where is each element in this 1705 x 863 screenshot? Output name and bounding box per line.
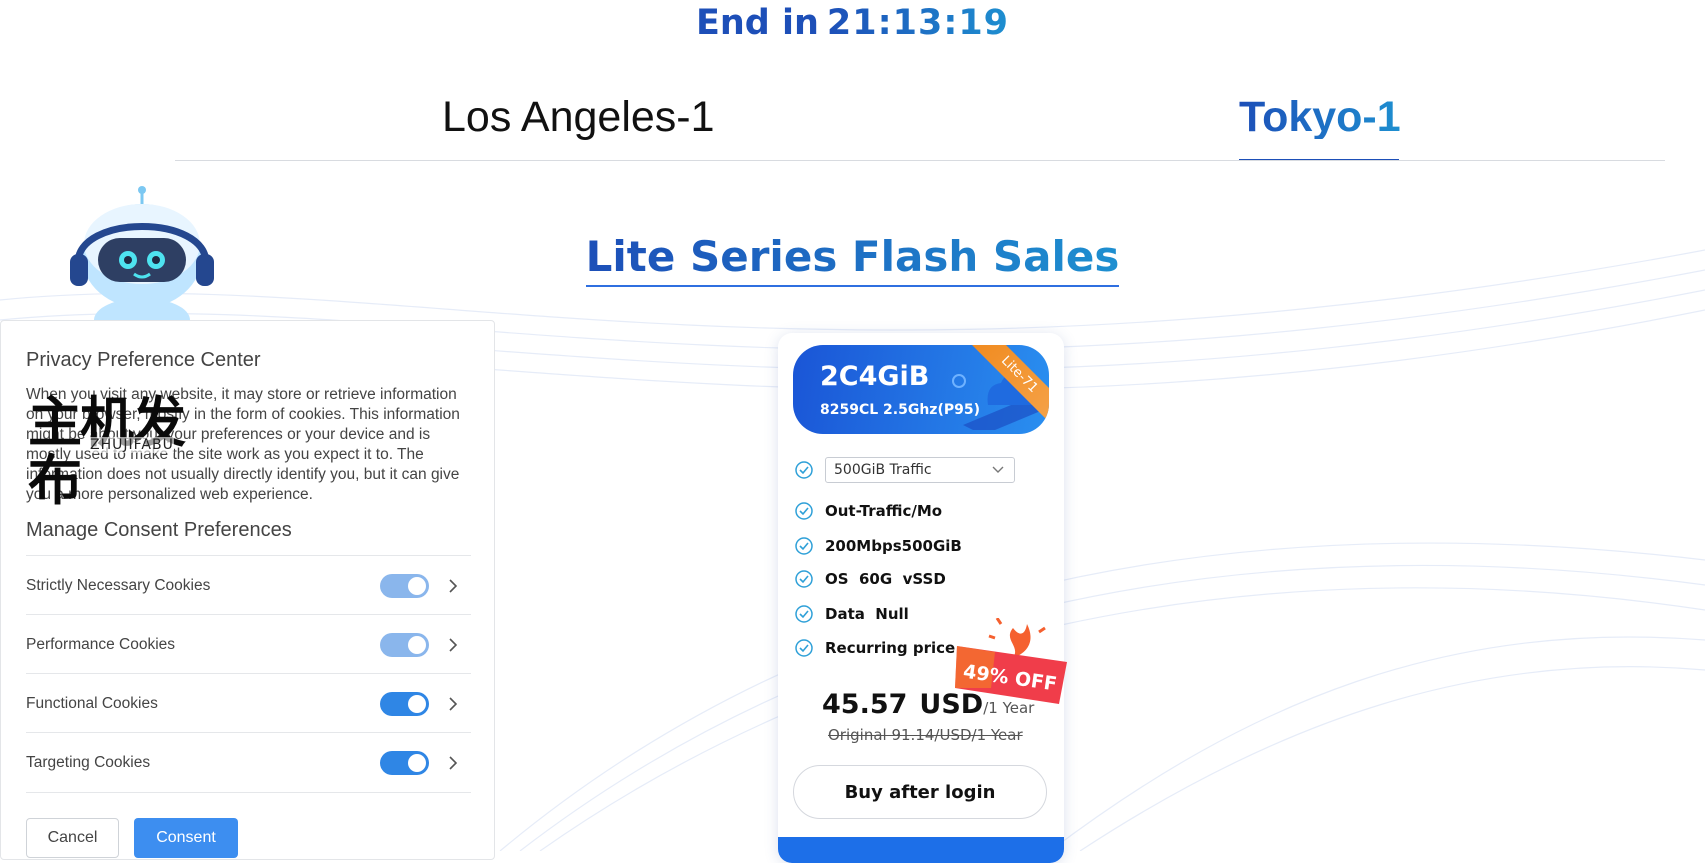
- privacy-title: Privacy Preference Center: [26, 349, 261, 371]
- tab-tokyo-1[interactable]: Tokyo-1: [1239, 96, 1401, 139]
- site-watermark-logo: 主机发布 ZHUJIFABU: [28, 393, 233, 509]
- cookie-name: Performance Cookies: [26, 635, 176, 653]
- feature-item: 200Mbps500GiB: [795, 537, 962, 555]
- feature-text: Out-Traffic/Mo: [825, 502, 943, 520]
- price-amount: 45.57: [822, 689, 908, 720]
- feature-text: Data Null: [825, 605, 909, 623]
- feature-text: 200Mbps500GiB: [825, 537, 962, 555]
- check-circle-icon: [795, 570, 813, 588]
- buy-button[interactable]: Buy after login: [793, 765, 1047, 819]
- cookie-toggle[interactable]: [380, 750, 429, 775]
- cookie-name: Functional Cookies: [26, 694, 158, 712]
- toggle-knob: [408, 576, 426, 595]
- manage-consent-title: Manage Consent Preferences: [26, 519, 292, 541]
- section-heading: Lite Series Flash Sales: [0, 232, 1705, 287]
- card-bottom-bar: [778, 837, 1064, 863]
- product-card: 2C4GiB 8259CL 2.5Ghz(P95) Lite-71 500GiB…: [778, 333, 1064, 863]
- consent-button[interactable]: Consent: [134, 818, 238, 858]
- cookie-row-strictly-necessary[interactable]: Strictly Necessary Cookies: [26, 555, 471, 615]
- discount-badge: 49% OFF: [955, 618, 1067, 704]
- feature-item: Recurring price: [795, 639, 955, 657]
- plan-name: 2C4GiB: [820, 361, 930, 392]
- chevron-right-icon[interactable]: [447, 637, 459, 652]
- chevron-down-icon: [992, 466, 1004, 473]
- cookie-toggle[interactable]: [380, 573, 429, 598]
- tab-los-angeles-1[interactable]: Los Angeles-1: [442, 96, 715, 139]
- cpu-spec: 8259CL 2.5Ghz(P95): [820, 402, 980, 418]
- traffic-option: 500GiB Traffic: [795, 457, 1015, 483]
- cookie-row-performance[interactable]: Performance Cookies: [26, 614, 471, 674]
- chevron-right-icon[interactable]: [447, 696, 459, 711]
- section-title: Lite Series Flash Sales: [585, 232, 1120, 287]
- plan-header: 2C4GiB 8259CL 2.5Ghz(P95) Lite-71: [793, 345, 1049, 434]
- check-circle-icon: [795, 537, 813, 555]
- feature-text: OS 60G vSSD: [825, 570, 946, 588]
- feature-item: Out-Traffic/Mo: [795, 502, 942, 520]
- toggle-knob: [408, 753, 426, 772]
- countdown-label: End in: [695, 3, 819, 43]
- cookie-name: Targeting Cookies: [26, 753, 151, 771]
- cookie-row-targeting[interactable]: Targeting Cookies: [26, 732, 471, 793]
- region-tabs: Los Angeles-1 Tokyo-1: [175, 90, 1665, 161]
- cookie-name: Strictly Necessary Cookies: [26, 576, 211, 594]
- cookie-toggle[interactable]: [380, 632, 429, 657]
- traffic-select-value: 500GiB Traffic: [834, 462, 932, 478]
- countdown-time: 21:13:19: [826, 3, 1010, 43]
- feature-text: Recurring price: [825, 639, 956, 657]
- toggle-knob: [408, 694, 426, 713]
- watermark-en: ZHUJIFABU: [90, 437, 174, 453]
- check-circle-icon: [795, 639, 813, 657]
- feature-item: Data Null: [795, 605, 909, 623]
- sale-countdown: End in 21:13:19: [0, 0, 1705, 46]
- toggle-knob: [408, 635, 426, 654]
- feature-item: OS 60G vSSD: [795, 570, 946, 588]
- cookie-row-functional[interactable]: Functional Cookies: [26, 673, 471, 733]
- original-price: Original 91.14/USD/1 Year: [828, 726, 1023, 744]
- cookie-toggle[interactable]: [380, 691, 429, 716]
- check-circle-icon: [795, 605, 813, 623]
- chevron-right-icon[interactable]: [447, 578, 459, 593]
- cancel-button[interactable]: Cancel: [26, 818, 119, 858]
- traffic-select[interactable]: 500GiB Traffic: [825, 457, 1015, 483]
- chevron-right-icon[interactable]: [447, 755, 459, 770]
- tabs-divider: [175, 160, 1665, 161]
- check-circle-icon: [795, 461, 813, 479]
- check-circle-icon: [795, 502, 813, 520]
